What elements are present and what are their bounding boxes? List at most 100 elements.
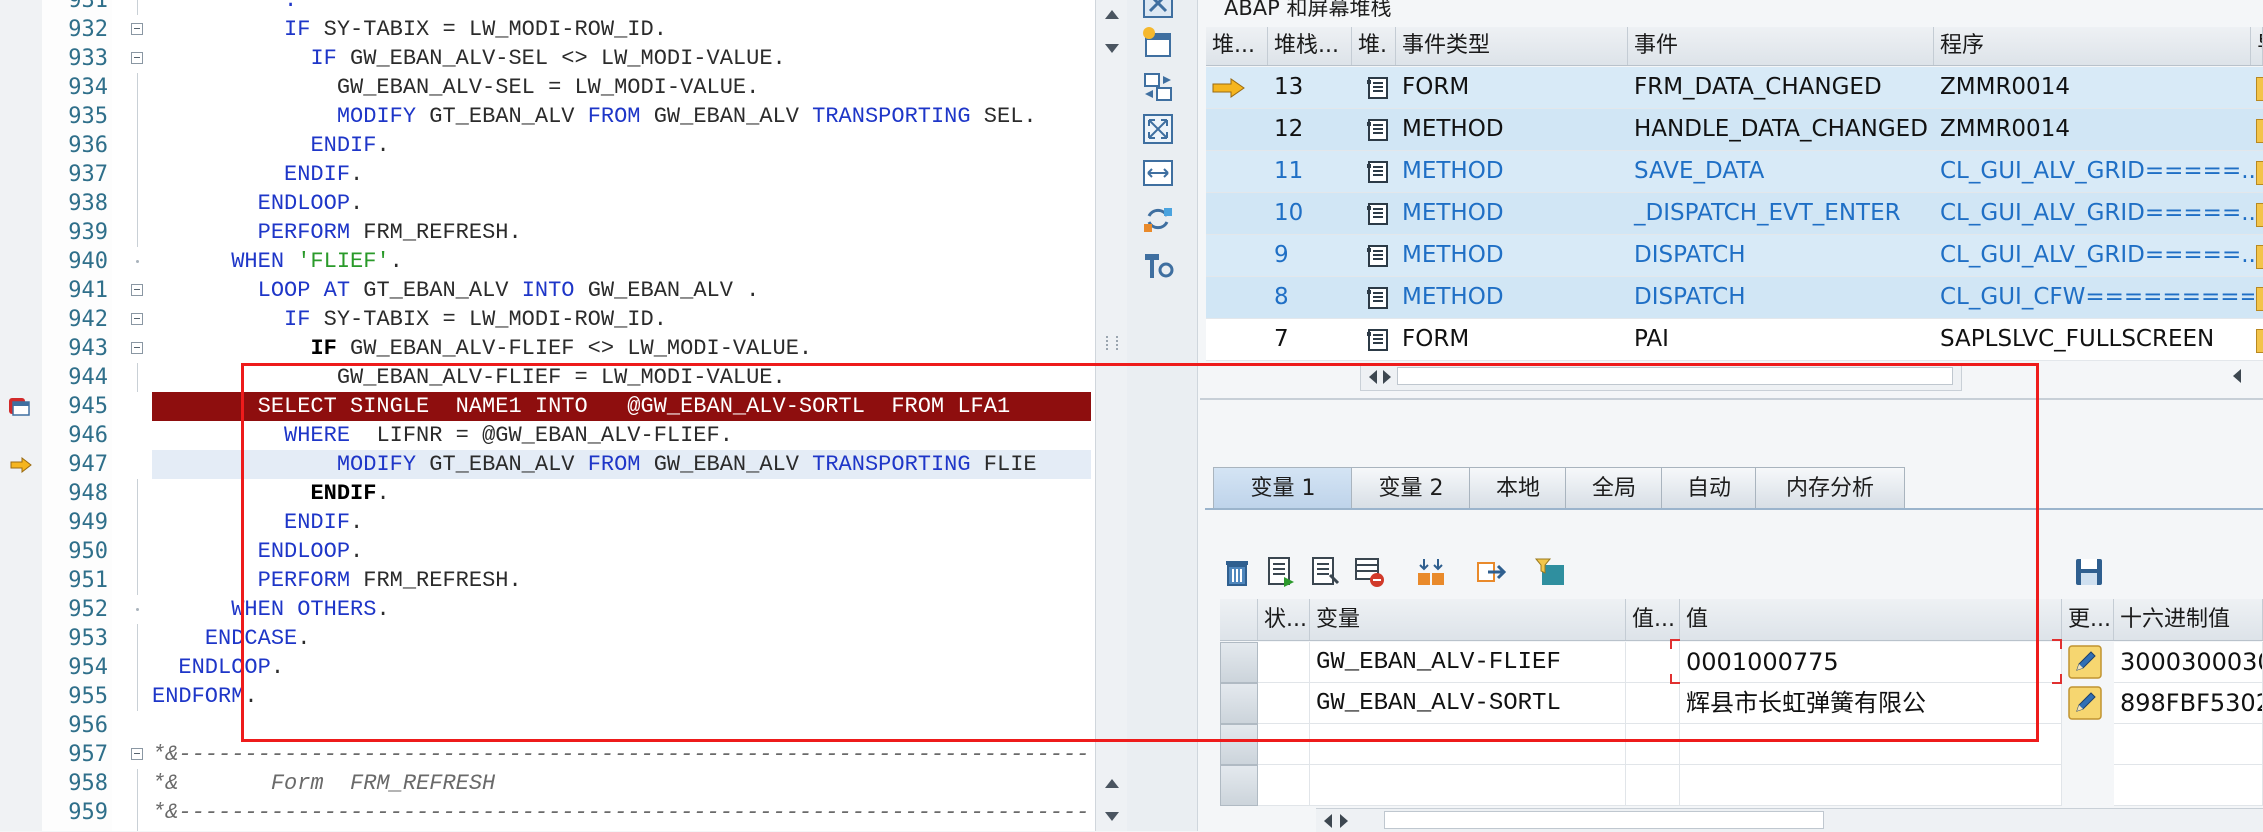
variables-horizontal-scrollbar[interactable] <box>1316 808 2263 832</box>
fold-toggle-icon[interactable] <box>131 748 143 760</box>
code-line[interactable]: 943 IF GW_EBAN_ALV-FLIEF <> LW_MODI-VALU… <box>0 334 1095 363</box>
code-line[interactable]: 958 *& Form FRM_REFRESH <box>0 769 1095 798</box>
scroll-thumb[interactable] <box>1384 811 1824 829</box>
code-line[interactable]: 953 ENDCASE. <box>0 624 1095 653</box>
swap-tool-icon[interactable] <box>1141 70 1175 104</box>
navigate-icon[interactable] <box>2256 329 2263 353</box>
var-col-header[interactable]: 值 <box>1680 599 2062 640</box>
export-icon[interactable] <box>1474 555 1508 589</box>
filter-icon[interactable] <box>1534 555 1568 589</box>
scroll-down-icon[interactable] <box>1105 44 1119 53</box>
row-selector[interactable] <box>1220 683 1258 724</box>
stack-row[interactable]: 11 METHOD SAVE_DATA CL_GUI_ALV_GRID=====... <box>1206 151 2263 193</box>
row-selector[interactable] <box>1220 724 1258 765</box>
tools-settings-icon[interactable] <box>1141 248 1175 282</box>
tab-variable-1[interactable]: 变量 2 <box>1351 467 1471 509</box>
breakpoint-icon[interactable] <box>8 396 30 416</box>
empty-variable-row[interactable] <box>1220 765 2263 806</box>
source-document-icon[interactable] <box>1366 160 1390 184</box>
tab-variable-4[interactable]: 自动 <box>1661 467 1757 509</box>
code-line[interactable]: 948 ENDIF. <box>0 479 1095 508</box>
stack-col-header[interactable]: 事件类型 <box>1396 27 1628 65</box>
source-document-icon[interactable] <box>1366 202 1390 226</box>
code-line[interactable]: 951 PERFORM FRM_REFRESH. <box>0 566 1095 595</box>
stack-row[interactable]: 9 METHOD DISPATCH CL_GUI_ALV_GRID=====... <box>1206 235 2263 277</box>
code-line[interactable]: 937 ENDIF. <box>0 160 1095 189</box>
code-line[interactable]: 939 PERFORM FRM_REFRESH. <box>0 218 1095 247</box>
fold-toggle-icon[interactable] <box>131 52 143 64</box>
scroll-left-icon[interactable] <box>1324 814 1332 828</box>
stack-col-header[interactable]: 程序 <box>1934 27 2251 65</box>
exchange-tool-icon[interactable] <box>1141 202 1175 236</box>
scroll-left-icon[interactable] <box>1369 370 1377 384</box>
close-tool-icon[interactable] <box>1141 0 1175 20</box>
code-line[interactable]: 942 IF SY-TABIX = LW_MODI-ROW_ID. <box>0 305 1095 334</box>
scroll-up-icon[interactable] <box>1105 779 1119 788</box>
code-line[interactable]: 941 LOOP AT GT_EBAN_ALV INTO GW_EBAN_ALV… <box>0 276 1095 305</box>
stack-col-header[interactable]: 堆. <box>1352 27 1396 65</box>
fold-toggle-icon[interactable] <box>131 23 143 35</box>
variable-value[interactable] <box>1680 724 2062 765</box>
variable-value[interactable]: 辉县市长虹弹簧有限公 <box>1680 683 2062 724</box>
stack-horizontal-scrollbar[interactable] <box>1360 363 1962 391</box>
fold-toggle-icon[interactable] <box>131 313 143 325</box>
source-document-icon[interactable] <box>1366 286 1390 310</box>
delete-icon[interactable] <box>1220 555 1254 589</box>
code-line[interactable]: 938 ENDLOOP. <box>0 189 1095 218</box>
scroll-right-icon[interactable] <box>1383 370 1391 384</box>
save-icon[interactable] <box>2072 555 2106 589</box>
panel-divider[interactable] <box>1200 398 2263 400</box>
code-line[interactable]: 959 *&-----------------------------------… <box>0 798 1095 827</box>
source-document-icon[interactable] <box>1366 118 1390 142</box>
code-line[interactable]: 952 WHEN OTHERS. <box>0 595 1095 624</box>
code-line[interactable]: 955 ENDFORM. <box>0 682 1095 711</box>
remove-row-icon[interactable] <box>1352 555 1386 589</box>
insert-row-icon[interactable] <box>1264 555 1298 589</box>
row-selector[interactable] <box>1220 765 1258 806</box>
navigate-icon[interactable] <box>2256 161 2263 185</box>
navigate-icon[interactable] <box>2256 245 2263 269</box>
source-document-icon[interactable] <box>1366 76 1390 100</box>
code-line[interactable]: 954 ENDLOOP. <box>0 653 1095 682</box>
navigate-icon[interactable] <box>2256 203 2263 227</box>
variable-value[interactable]: 0001000775 <box>1680 642 2062 683</box>
scroll-thumb[interactable] <box>1397 367 1953 385</box>
scroll-down-icon[interactable] <box>1105 812 1119 821</box>
variable-value[interactable] <box>1680 765 2062 806</box>
code-line[interactable]: 931 . <box>0 0 1095 15</box>
maximize-tool-icon[interactable] <box>1141 112 1175 146</box>
stack-col-header[interactable]: 导 <box>2251 27 2263 65</box>
stack-col-header[interactable]: 堆... <box>1206 27 1268 65</box>
variable-row[interactable]: GW_EBAN_ALV-FLIEF 0001000775 3000300030 <box>1220 642 2263 683</box>
code-editor[interactable]: 931 . 932 IF SY-TABIX = LW_MODI-ROW_ID. 93… <box>0 0 1095 831</box>
var-col-header[interactable]: 状... <box>1258 599 1310 640</box>
var-col-header[interactable]: 十六进制值 <box>2114 599 2263 640</box>
source-document-icon[interactable] <box>1366 244 1390 268</box>
resize-tool-icon[interactable] <box>1141 156 1175 190</box>
code-line[interactable]: 950 ENDLOOP. <box>0 537 1095 566</box>
var-col-header[interactable]: 更... <box>2062 599 2114 640</box>
var-col-header[interactable]: 值... <box>1626 599 1680 640</box>
edit-pencil-icon[interactable] <box>2068 645 2102 679</box>
stack-row[interactable]: 13 FORM FRM_DATA_CHANGED ZMMR0014 <box>1206 67 2263 109</box>
tab-variable-5[interactable]: 内存分析 <box>1755 467 1905 509</box>
fold-toggle-icon[interactable] <box>131 342 143 354</box>
stack-col-header[interactable]: 堆栈... <box>1268 27 1352 65</box>
stack-row[interactable]: 7 FORM PAI SAPLSLVC_FULLSCREEN <box>1206 319 2263 361</box>
fold-toggle-icon[interactable] <box>131 284 143 296</box>
code-line[interactable]: 956 <box>0 711 1095 740</box>
code-line[interactable]: 932 IF SY-TABIX = LW_MODI-ROW_ID. <box>0 15 1095 44</box>
source-document-icon[interactable] <box>1366 328 1390 352</box>
tab-variable-2[interactable]: 本地 <box>1469 467 1567 509</box>
sort-icon[interactable] <box>1414 555 1448 589</box>
tab-variable-0[interactable]: 变量 1 <box>1213 467 1353 509</box>
code-line[interactable]: 960 <box>0 827 1095 831</box>
new-tool-icon[interactable] <box>1141 26 1175 60</box>
scroll-left-icon[interactable] <box>2233 369 2241 383</box>
stack-row[interactable]: 12 METHOD HANDLE_DATA_CHANGED ZMMR0014 <box>1206 109 2263 151</box>
row-selector[interactable] <box>1220 642 1258 683</box>
stack-col-header[interactable]: 事件 <box>1628 27 1934 65</box>
copy-row-icon[interactable] <box>1308 555 1342 589</box>
stack-row[interactable]: 8 METHOD DISPATCH CL_GUI_CFW=========... <box>1206 277 2263 319</box>
code-line[interactable]: 944 GW_EBAN_ALV-FLIEF = LW_MODI-VALUE. <box>0 363 1095 392</box>
